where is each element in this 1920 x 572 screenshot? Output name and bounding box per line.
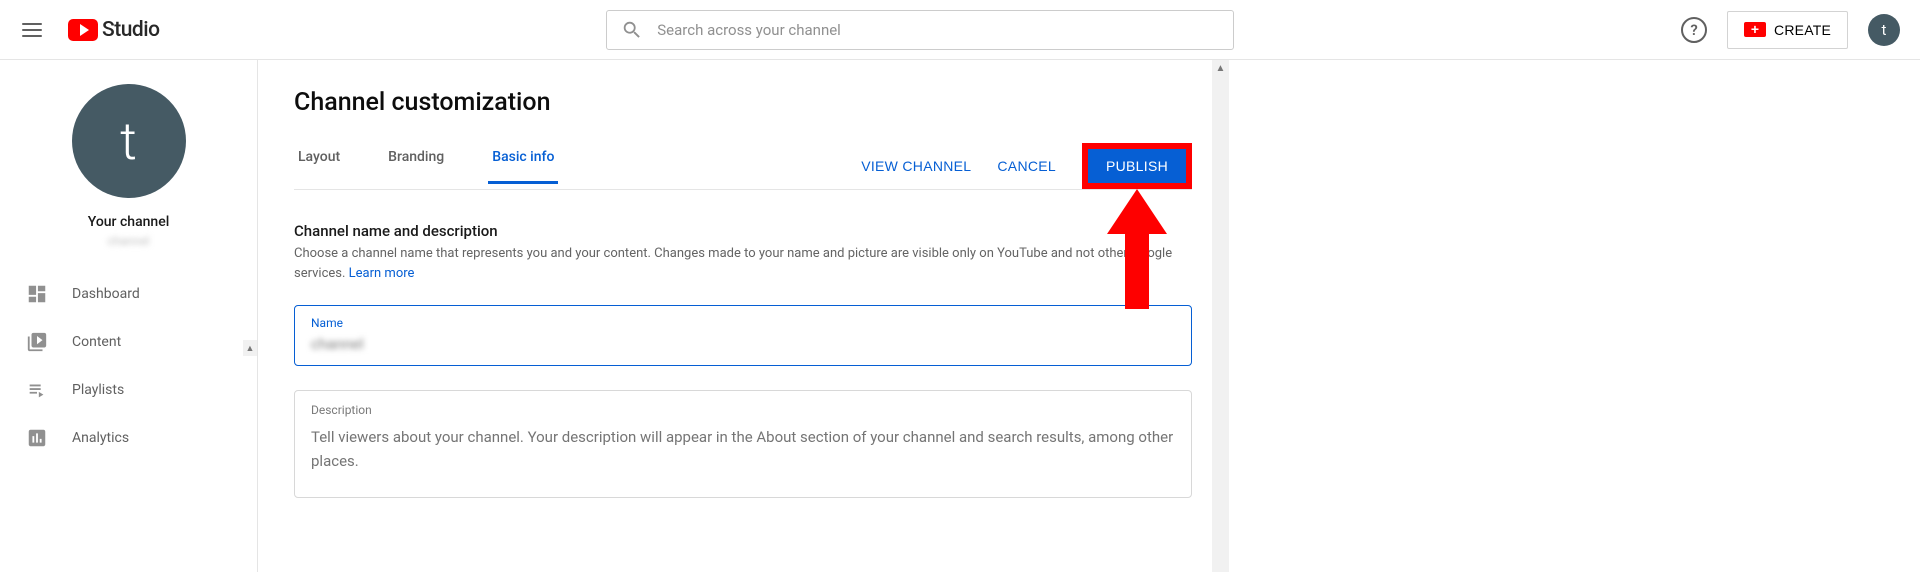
section-desc-text: Choose a channel name that represents yo… (294, 246, 1172, 281)
sidebar-label: Playlists (72, 382, 124, 398)
app-body: t Your channel channel ▲ Dashboard Conte… (0, 60, 1920, 572)
page-title: Channel customization (294, 88, 1192, 117)
content-icon (26, 331, 48, 353)
channel-avatar[interactable]: t (72, 84, 186, 198)
sidebar-item-playlists[interactable]: Playlists (0, 366, 257, 414)
tab-basic-info[interactable]: Basic info (488, 149, 558, 184)
logo-text: Studio (102, 18, 160, 42)
create-label: CREATE (1774, 22, 1831, 38)
dashboard-icon (26, 283, 48, 305)
tabs-row: Layout Branding Basic info VIEW CHANNEL … (294, 143, 1192, 190)
cancel-button[interactable]: CANCEL (997, 158, 1056, 174)
tab-layout[interactable]: Layout (294, 149, 344, 184)
sidebar-title: Your channel (88, 214, 170, 230)
description-field-label: Description (311, 403, 1175, 417)
publish-highlight: PUBLISH (1082, 143, 1192, 189)
tab-branding[interactable]: Branding (384, 149, 448, 184)
sidebar-item-analytics[interactable]: Analytics (0, 414, 257, 462)
camera-plus-icon (1744, 22, 1766, 37)
playlist-icon (26, 379, 48, 401)
tabs: Layout Branding Basic info (294, 149, 558, 184)
section-title: Channel name and description (294, 222, 1192, 240)
name-field-label: Name (311, 316, 1175, 330)
content-area: ▲ Channel customization Layout Branding … (258, 60, 1228, 572)
sidebar-scroll-up-icon[interactable]: ▲ (243, 340, 257, 356)
create-button[interactable]: CREATE (1727, 11, 1848, 49)
sidebar-label: Analytics (72, 430, 129, 446)
annotation-arrow-icon (1107, 189, 1167, 309)
sidebar-nav: Dashboard Content Playlists Analytics (0, 270, 257, 462)
description-field[interactable]: Description (294, 390, 1192, 498)
sidebar-label: Content (72, 334, 121, 350)
sidebar-subtitle: channel (108, 234, 150, 248)
search-wrap: Search across your channel (176, 10, 1666, 50)
sidebar-item-dashboard[interactable]: Dashboard (0, 270, 257, 318)
view-channel-button[interactable]: VIEW CHANNEL (861, 158, 971, 174)
help-icon[interactable]: ? (1681, 17, 1707, 43)
sidebar-item-content[interactable]: Content (0, 318, 257, 366)
sidebar-label: Dashboard (72, 286, 140, 302)
search-input[interactable]: Search across your channel (606, 10, 1234, 50)
youtube-play-icon (68, 19, 98, 41)
account-avatar[interactable]: t (1868, 14, 1900, 46)
app-header: Studio Search across your channel ? CREA… (0, 0, 1920, 60)
main: Channel customization Layout Branding Ba… (258, 60, 1228, 498)
analytics-icon (26, 427, 48, 449)
learn-more-link[interactable]: Learn more (349, 266, 415, 281)
sidebar: t Your channel channel ▲ Dashboard Conte… (0, 60, 258, 572)
name-input[interactable] (311, 336, 1175, 353)
name-field[interactable]: Name (294, 305, 1192, 366)
section-description: Choose a channel name that represents yo… (294, 244, 1174, 283)
header-actions: ? CREATE t (1681, 11, 1900, 49)
search-icon (621, 19, 643, 41)
header-actions-row: VIEW CHANNEL CANCEL PUBLISH (861, 143, 1192, 189)
menu-icon[interactable] (20, 18, 44, 42)
search-placeholder: Search across your channel (657, 21, 841, 39)
publish-button[interactable]: PUBLISH (1088, 149, 1186, 183)
youtube-studio-logo[interactable]: Studio (68, 18, 160, 42)
description-input[interactable] (311, 425, 1175, 473)
